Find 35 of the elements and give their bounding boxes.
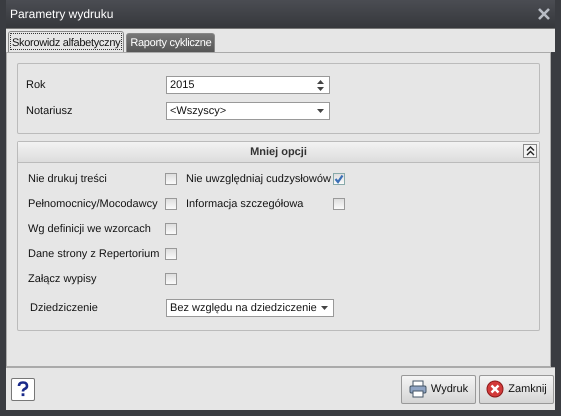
tab[interactable]: Raporty cykliczne <box>126 33 216 52</box>
window-title: Parametry wydruku <box>10 7 114 21</box>
print-button[interactable]: Wydruk <box>401 374 476 404</box>
option-label: Załącz wypisy <box>28 273 98 285</box>
checkbox[interactable] <box>165 173 177 185</box>
caret-icon <box>321 306 328 310</box>
option-label: Wg definicji we wzorcach <box>28 223 152 235</box>
option-label: Nie uwzględniaj cudzysłowów <box>186 173 332 185</box>
question-mark-icon <box>17 381 29 397</box>
tab[interactable]: Skorowidz alfabetyczny <box>8 31 124 52</box>
checkbox[interactable] <box>333 198 345 210</box>
checkbox[interactable] <box>165 223 177 235</box>
spin-field[interactable]: 2015 <box>166 76 330 94</box>
close-button[interactable]: Zamknij <box>479 374 554 404</box>
field-label: Rok <box>26 79 47 91</box>
dropdown-field[interactable]: <Wszyscy> <box>166 102 330 120</box>
printer-icon <box>408 380 427 398</box>
checkbox[interactable] <box>165 198 177 210</box>
spin-arrows-icon <box>317 80 324 90</box>
option-label: Pełnomocnicy/Mocodawcy <box>28 198 159 210</box>
option-label: Nie drukuj treści <box>28 173 108 185</box>
option-label: Informacja szczegółowa <box>186 198 304 210</box>
checkbox[interactable] <box>333 173 345 185</box>
caret-icon <box>317 109 324 113</box>
help-button[interactable] <box>11 378 35 400</box>
collapse-button[interactable] <box>523 144 537 158</box>
field-label: Dziedziczenie <box>29 302 99 314</box>
checkbox[interactable] <box>165 273 177 285</box>
close-icon[interactable] <box>538 8 550 20</box>
panel-title: Mniej opcji <box>250 146 307 158</box>
option-label: Dane strony z Repertorium <box>28 248 160 260</box>
field-label: Notariusz <box>26 105 74 117</box>
dropdown-field[interactable]: Bez względu na dziedziczenie <box>166 299 334 317</box>
close-icon <box>486 380 504 398</box>
checkbox[interactable] <box>165 248 177 260</box>
